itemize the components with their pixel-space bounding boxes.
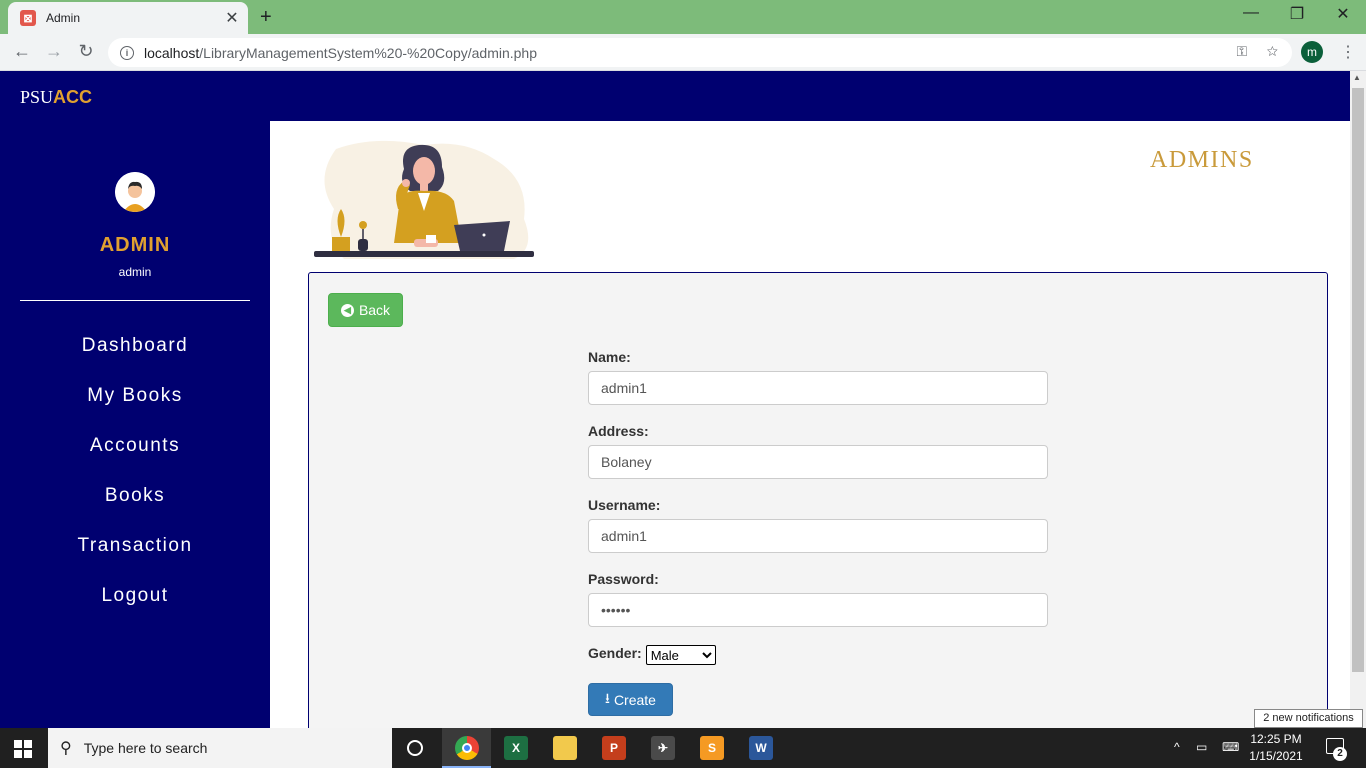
back-button[interactable]: ◀ Back xyxy=(328,293,403,327)
notification-count-badge: 2 xyxy=(1333,747,1347,761)
username-label: Username: xyxy=(588,497,661,513)
url-path: /LibraryManagementSystem%20-%20Copy/admi… xyxy=(199,44,537,61)
word-icon[interactable]: W xyxy=(749,736,773,760)
top-navbar: PSUACC xyxy=(0,71,1350,121)
new-tab-icon[interactable]: + xyxy=(260,6,272,29)
create-admin-form: Name: Address: Username: Password: Gende… xyxy=(588,347,1048,716)
sidebar-divider xyxy=(20,300,250,301)
network-icon[interactable]: ▭ xyxy=(1196,740,1207,754)
powerpoint-icon[interactable]: P xyxy=(602,736,626,760)
sidebar: ADMIN admin Dashboard My Books Accounts … xyxy=(0,121,270,728)
keyboard-icon[interactable]: ⌨ xyxy=(1222,740,1239,754)
download-icon: ⭳ xyxy=(605,689,610,706)
address-input[interactable] xyxy=(588,445,1048,479)
browser-tab[interactable]: ⊠ Admin ✕ xyxy=(8,2,248,34)
tab-title: Admin xyxy=(46,11,81,25)
browser-toolbar: ← → ↻ i localhost/LibraryManagementSyste… xyxy=(0,34,1366,71)
notification-tooltip: 2 new notifications xyxy=(1254,709,1363,728)
person-avatar-icon xyxy=(115,172,155,212)
scrollbar-thumb[interactable] xyxy=(1352,88,1364,672)
taskbar-search-box[interactable]: ⚲ Type here to search xyxy=(48,728,392,768)
restore-icon[interactable]: ❐ xyxy=(1282,4,1312,24)
taskbar-clock[interactable]: 12:25 PM 1/15/2021 xyxy=(1246,731,1306,765)
sidebar-item-dashboard[interactable]: Dashboard xyxy=(0,326,270,376)
windows-taskbar: ⚲ Type here to search X P ✈ S W ^ ▭ ⌨ 12… xyxy=(0,728,1366,768)
taskbar-search-placeholder: Type here to search xyxy=(83,740,208,756)
chrome-icon[interactable] xyxy=(455,736,479,760)
brand-suffix: ACC xyxy=(53,87,93,107)
page-title: ADMINS xyxy=(1150,147,1254,173)
gender-label: Gender: xyxy=(588,645,642,661)
address-bar[interactable]: i localhost/LibraryManagementSystem%20-%… xyxy=(108,38,1292,67)
clock-date: 1/15/2021 xyxy=(1249,749,1303,763)
sidebar-item-my-books[interactable]: My Books xyxy=(0,376,270,426)
name-label: Name: xyxy=(588,349,631,365)
forward-arrow-icon[interactable]: → xyxy=(42,41,66,62)
page-viewport: PSUACC ADMIN admin Dashboard My Books Ac… xyxy=(0,71,1350,728)
scroll-up-icon[interactable]: ▲ xyxy=(1353,73,1361,82)
windows-start-icon[interactable] xyxy=(14,740,32,758)
address-label: Address: xyxy=(588,423,649,439)
admin-form-panel: ◀ Back Name: Address: Username: Password… xyxy=(308,272,1328,728)
woman-at-laptop-illustration xyxy=(314,140,534,259)
profile-avatar[interactable]: m xyxy=(1301,41,1323,63)
back-arrow-icon[interactable]: ← xyxy=(10,41,34,62)
xampp-favicon-icon: ⊠ xyxy=(20,10,36,26)
name-input[interactable] xyxy=(588,371,1048,405)
reload-icon[interactable]: ↻ xyxy=(74,41,98,62)
sidebar-item-books[interactable]: Books xyxy=(0,476,270,526)
excel-icon[interactable]: X xyxy=(504,736,528,760)
omnibox-actions: ⚿ ☆ xyxy=(1236,43,1278,60)
sidebar-item-transaction[interactable]: Transaction xyxy=(0,526,270,576)
user-role: ADMIN xyxy=(99,234,171,256)
clock-time: 12:25 PM xyxy=(1250,732,1302,746)
site-info-icon[interactable]: i xyxy=(120,45,134,60)
gender-row: Gender: Male xyxy=(588,643,1048,667)
app-bird-icon[interactable]: ✈ xyxy=(651,736,675,760)
user-name: admin xyxy=(118,265,152,279)
back-button-label: Back xyxy=(358,302,391,318)
sublime-text-icon[interactable]: S xyxy=(700,736,724,760)
sidebar-item-accounts[interactable]: Accounts xyxy=(0,426,270,476)
main-content: ADMINS ◀ Back Name: Address: Username: P… xyxy=(270,121,1350,728)
minimize-icon[interactable]: — xyxy=(1236,4,1266,22)
brand-logo[interactable]: PSUACC xyxy=(20,87,92,108)
tab-close-icon[interactable]: ✕ xyxy=(222,8,242,28)
password-input[interactable] xyxy=(588,593,1048,627)
create-button[interactable]: ⭳ Create xyxy=(588,683,673,716)
key-icon[interactable]: ⚿ xyxy=(1236,43,1247,59)
gender-select[interactable]: Male xyxy=(645,645,716,665)
browser-menu-icon[interactable]: ⋮ xyxy=(1340,42,1356,62)
url-host: localhost xyxy=(144,44,200,61)
search-icon: ⚲ xyxy=(60,740,72,757)
tray-chevron-up-icon[interactable]: ^ xyxy=(1174,740,1180,754)
browser-tab-strip: ⊠ Admin ✕ + — ❐ ✕ xyxy=(0,0,1366,34)
create-button-label: Create xyxy=(613,691,656,708)
arrow-circle-left-icon: ◀ xyxy=(340,303,354,317)
cortana-icon[interactable] xyxy=(407,740,423,756)
password-label: Password: xyxy=(588,571,659,587)
brand-prefix: PSU xyxy=(20,87,54,107)
user-avatar xyxy=(115,172,155,212)
bookmark-star-icon[interactable]: ☆ xyxy=(1267,43,1278,59)
window-close-icon[interactable]: ✕ xyxy=(1328,4,1358,24)
sidebar-item-logout[interactable]: Logout xyxy=(0,576,270,626)
sidebar-menu: Dashboard My Books Accounts Books Transa… xyxy=(0,326,270,626)
file-explorer-icon[interactable] xyxy=(553,736,577,760)
username-input[interactable] xyxy=(588,519,1048,553)
